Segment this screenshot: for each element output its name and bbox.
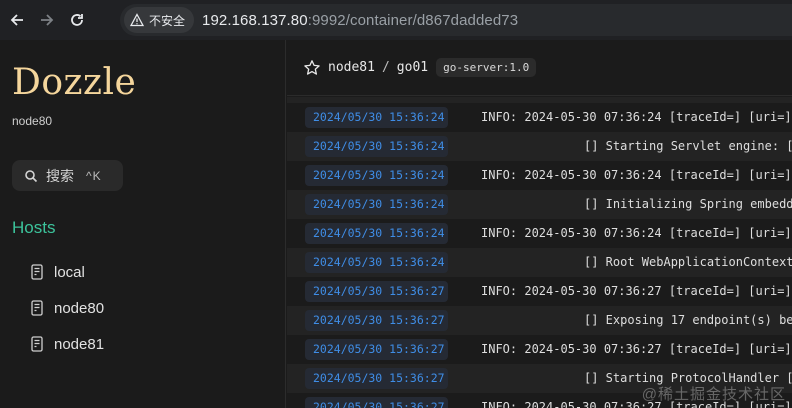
browser-toolbar: 不安全 192.168.137.80:9992/container/d867da… <box>0 0 792 40</box>
address-bar[interactable]: 不安全 192.168.137.80:9992/container/d867da… <box>120 4 792 36</box>
reload-button[interactable] <box>60 0 94 40</box>
image-tag-badge: go-server:1.0 <box>436 58 537 77</box>
search-shortcut: ^K <box>86 168 102 183</box>
log-viewer[interactable]: [] ··· g ··· [···]2024/05/30 15:36:24INF… <box>287 97 792 408</box>
search-icon <box>25 169 38 182</box>
log-message: INFO: 2024-05-30 07:36:24 [traceId=] [ur… <box>481 110 792 124</box>
star-icon[interactable] <box>303 59 321 77</box>
log-message: INFO: 2024-05-30 07:36:24 [traceId=] [ur… <box>481 168 792 182</box>
container-name[interactable]: go01 <box>397 60 428 75</box>
log-message: [] Exposing 17 endpoint(s) be <box>584 313 792 327</box>
back-arrow-icon <box>10 14 23 26</box>
security-label: 不安全 <box>149 13 186 28</box>
host-item-node80[interactable]: node80 <box>30 290 104 326</box>
log-row: 2024/05/30 15:36:24 [] Initializing Sprin… <box>287 190 792 219</box>
log-timestamp: 2024/05/30 15:36:24 <box>305 165 448 186</box>
log-row: 2024/05/30 15:36:24 [] Starting Servlet e… <box>287 132 792 161</box>
host-item-node81[interactable]: node81 <box>30 326 104 362</box>
url-text: 192.168.137.80:9992/container/d867dadded… <box>202 12 518 29</box>
back-button[interactable] <box>0 0 34 40</box>
log-timestamp: 2024/05/30 15:36:27 <box>305 281 448 302</box>
log-row: 2024/05/30 15:36:27 INFO: 2024-05-30 07:3… <box>287 335 792 364</box>
url-host: 192.168.137.80 <box>202 11 308 29</box>
forward-arrow-icon <box>41 14 54 26</box>
log-message: [] Starting Servlet engine: [A <box>584 139 792 153</box>
server-icon <box>31 300 43 316</box>
log-row: 2024/05/30 15:36:24 [] Root WebApplicatio… <box>287 248 792 277</box>
container-header: node81 / go01 go-server:1.0 <box>287 40 792 96</box>
sidebar: Dozzle node80 搜索 ^K Hosts local node80 n… <box>0 40 286 408</box>
log-row: 2024/05/30 15:36:24 INFO: 2024-05-30 07:3… <box>287 161 792 190</box>
search-button[interactable]: 搜索 ^K <box>12 160 123 191</box>
log-row: 2024/05/30 15:36:24 INFO: 2024-05-30 07:3… <box>287 103 792 132</box>
log-message: INFO: 2024-05-30 07:36:24 [traceId=] [ur… <box>481 226 792 240</box>
log-timestamp: 2024/05/30 15:36:24 <box>305 252 448 273</box>
container-host[interactable]: node81 <box>328 60 375 75</box>
log-timestamp: 2024/05/30 15:36:27 <box>305 368 448 389</box>
host-item-local[interactable]: local <box>30 254 104 290</box>
log-timestamp: 2024/05/30 15:36:24 <box>305 107 448 128</box>
log-timestamp: 2024/05/30 15:36:27 <box>305 310 448 331</box>
log-timestamp: 2024/05/30 15:36:27 <box>305 397 448 408</box>
log-row: 2024/05/30 15:36:24 INFO: 2024-05-30 07:3… <box>287 219 792 248</box>
server-icon <box>31 336 43 352</box>
log-message: INFO: 2024-05-30 07:36:27 [traceId=] [ur… <box>481 284 792 298</box>
app-logo[interactable]: Dozzle <box>12 62 136 103</box>
log-timestamp: 2024/05/30 15:36:24 <box>305 136 448 157</box>
current-node-label: node80 <box>12 114 53 128</box>
search-label: 搜索 <box>46 167 74 184</box>
hosts-heading: Hosts <box>12 218 56 237</box>
host-list: local node80 node81 <box>30 254 104 362</box>
breadcrumb-separator: / <box>381 60 390 75</box>
log-row: 2024/05/30 15:36:27 [] Exposing 17 endpoi… <box>287 306 792 335</box>
log-message: [] Initializing Spring embedd <box>584 197 792 211</box>
log-row: 2024/05/30 15:36:27 INFO: 2024-05-30 07:3… <box>287 277 792 306</box>
warning-icon <box>130 13 144 27</box>
host-label: local <box>54 263 85 281</box>
security-chip[interactable]: 不安全 <box>124 7 195 33</box>
log-message: [] Root WebApplicationContext <box>584 255 792 269</box>
reload-icon <box>71 14 83 26</box>
main-panel: node81 / go01 go-server:1.0 [] ··· g ···… <box>287 40 792 408</box>
log-message: INFO: 2024-05-30 07:36:27 [traceId=] [ur… <box>481 342 792 356</box>
url-path: :9992/container/d867dadded73 <box>307 11 519 29</box>
log-timestamp: 2024/05/30 15:36:24 <box>305 223 448 244</box>
server-icon <box>31 264 43 280</box>
host-label: node80 <box>54 299 105 317</box>
forward-button[interactable] <box>30 0 64 40</box>
host-label: node81 <box>54 335 105 353</box>
log-timestamp: 2024/05/30 15:36:24 <box>305 194 448 215</box>
watermark-text: @稀土掘金技术社区 <box>641 386 786 403</box>
log-timestamp: 2024/05/30 15:36:27 <box>305 339 448 360</box>
